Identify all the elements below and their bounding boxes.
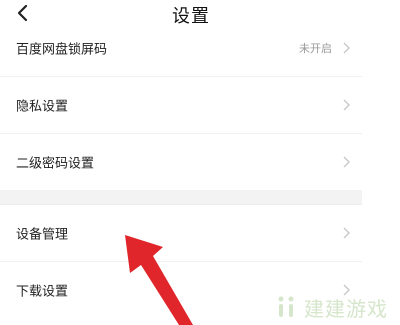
chevron-right-icon xyxy=(343,156,350,168)
row-label: 下载设置 xyxy=(16,284,69,300)
row-label: 二级密码设置 xyxy=(16,156,95,172)
settings-screen: 设置 百度网盘锁屏码 未开启 隐私设置 二级密码设置 设备管理 下载设置 建建游… xyxy=(0,0,400,325)
watermark-logo-icon xyxy=(278,296,294,317)
row-label: 设备管理 xyxy=(16,227,69,243)
row-privacy-settings[interactable]: 隐私设置 xyxy=(0,77,362,134)
row-label: 隐私设置 xyxy=(16,99,69,115)
watermark-text: 建建游戏 xyxy=(304,297,388,321)
chevron-right-icon xyxy=(343,227,350,239)
row-device-management[interactable]: 设备管理 xyxy=(0,205,362,262)
row-status-value: 未开启 xyxy=(299,42,332,55)
chevron-right-icon xyxy=(343,99,350,111)
row-secondary-password[interactable]: 二级密码设置 xyxy=(0,134,362,190)
watermark: 建建游戏 xyxy=(274,291,394,321)
chevron-right-icon xyxy=(343,42,350,54)
row-label: 百度网盘锁屏码 xyxy=(16,42,108,58)
row-baidu-lock-code[interactable]: 百度网盘锁屏码 未开启 xyxy=(0,20,362,77)
section-divider xyxy=(0,190,362,205)
settings-list: 百度网盘锁屏码 未开启 隐私设置 二级密码设置 设备管理 下载设置 xyxy=(0,20,362,318)
